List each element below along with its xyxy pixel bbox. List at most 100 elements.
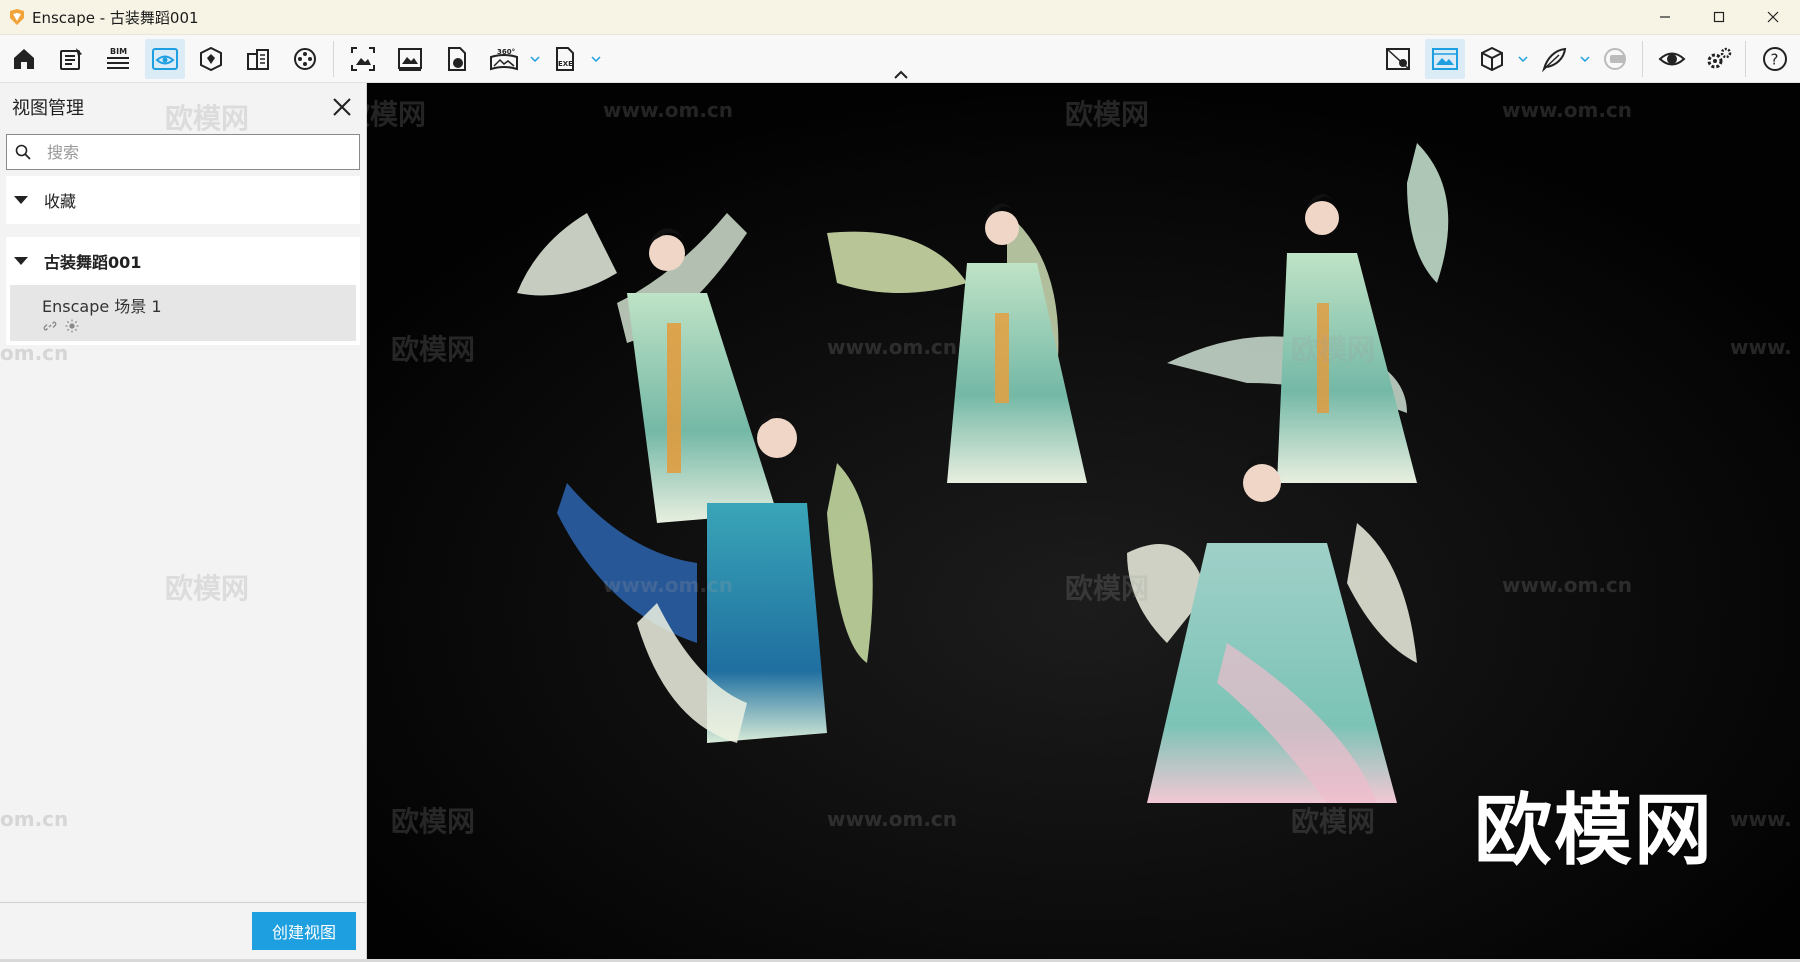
feather-icon xyxy=(1542,47,1567,72)
file-globe-icon xyxy=(448,47,466,71)
close-icon xyxy=(1767,11,1779,23)
view-management-button[interactable] xyxy=(145,39,185,79)
watermark-text: www.om.cn xyxy=(1502,573,1633,597)
building-icon xyxy=(247,49,269,70)
project-section: 古装舞蹈001 Enscape 场景 1 xyxy=(6,237,360,345)
toolbar-separator xyxy=(1642,41,1643,77)
sun-icon[interactable] xyxy=(65,319,79,333)
cube-icon xyxy=(1481,46,1503,72)
view-button[interactable] xyxy=(1652,39,1692,79)
box-button[interactable] xyxy=(1472,39,1512,79)
watermark-text: 欧模网 xyxy=(1065,98,1150,131)
feather-button[interactable] xyxy=(1534,39,1574,79)
box-dropdown-caret[interactable] xyxy=(1516,49,1530,69)
view-item-icons xyxy=(43,319,79,333)
feather-dropdown-caret[interactable] xyxy=(1578,49,1592,69)
watermark-text: om.cn xyxy=(0,807,69,831)
search-field[interactable] xyxy=(6,134,360,170)
chevron-down-icon xyxy=(1580,56,1590,62)
vr-headset-button[interactable] xyxy=(1595,39,1635,79)
collapse-triangle-icon xyxy=(14,196,28,204)
watermark-text: www.om.cn xyxy=(603,98,734,122)
create-view-button[interactable]: 创建视图 xyxy=(252,912,356,950)
chevron-up-icon xyxy=(894,70,908,79)
settings-button[interactable] xyxy=(1699,39,1739,79)
screenshot-icon xyxy=(351,47,375,71)
maximize-button[interactable] xyxy=(1692,0,1746,34)
vr-headset-icon xyxy=(1604,48,1626,70)
watermark-text: 欧模网 xyxy=(367,98,427,131)
watermark-text: 欧模网 xyxy=(165,572,250,605)
eye-frame-icon xyxy=(152,48,178,70)
window-controls xyxy=(1638,0,1800,34)
gears-icon xyxy=(1707,47,1732,69)
image-icon xyxy=(398,48,422,71)
asset-library-icon xyxy=(200,46,222,72)
film-reel-icon xyxy=(294,48,316,70)
visual-settings-button[interactable] xyxy=(1425,39,1465,79)
bim-button[interactable]: BIM xyxy=(98,39,138,79)
exe-file-icon: EXE xyxy=(556,47,574,71)
enscape-window: Enscape - 古装舞蹈001 BIM 360° EXE ? 视图管理 搜索… xyxy=(0,0,1800,962)
search-icon xyxy=(15,144,31,160)
project-header[interactable]: 古装舞蹈001 xyxy=(6,237,360,285)
batch-render-button[interactable] xyxy=(390,39,430,79)
eye-icon xyxy=(1658,52,1686,66)
chevron-down-icon xyxy=(530,56,540,62)
help-button[interactable]: ? xyxy=(1755,39,1795,79)
watermark-text: www.om.cn xyxy=(827,335,958,359)
landscape-icon xyxy=(1432,48,1458,70)
view-item[interactable]: Enscape 场景 1 xyxy=(10,285,356,341)
watermark-text: 欧模网 xyxy=(1065,572,1150,605)
panorama-icon: 360° xyxy=(490,48,518,71)
map-icon xyxy=(1386,48,1410,70)
close-panel-button[interactable] xyxy=(330,95,354,119)
watermark-text: 欧模网 xyxy=(391,805,476,838)
home-button[interactable] xyxy=(4,39,44,79)
watermark-text: 欧模网 xyxy=(1291,805,1376,838)
close-window-button[interactable] xyxy=(1746,0,1800,34)
chevron-down-icon xyxy=(591,56,601,62)
chevron-down-icon xyxy=(1518,56,1528,62)
video-editor-button[interactable] xyxy=(285,39,325,79)
notes-button[interactable] xyxy=(51,39,91,79)
watermark-logo-text: 欧模网 xyxy=(1474,786,1715,876)
panorama-dropdown-caret[interactable] xyxy=(528,49,542,69)
collapse-toolbar-button[interactable] xyxy=(893,66,909,79)
svg-text:BIM: BIM xyxy=(110,47,127,56)
close-icon xyxy=(333,98,351,116)
link-icon[interactable] xyxy=(43,319,57,333)
notes-icon xyxy=(60,48,82,70)
search-input[interactable] xyxy=(45,141,349,163)
home-icon xyxy=(14,49,34,69)
watermark-text: www. xyxy=(1730,807,1792,831)
panorama-button[interactable]: 360° xyxy=(484,39,524,79)
minimize-icon xyxy=(1660,16,1670,18)
export-dropdown-caret[interactable] xyxy=(589,49,603,69)
watermark-text: www.om.cn xyxy=(827,807,958,831)
screenshot-button[interactable] xyxy=(343,39,383,79)
view-management-panel: 视图管理 收藏 古装舞蹈001 Enscape 场景 1 xyxy=(0,83,367,959)
web-standalone-button[interactable] xyxy=(437,39,477,79)
svg-text:EXE: EXE xyxy=(558,60,573,68)
render-viewport[interactable]: 欧模网 欧模网 www.om.cn www.om.cn 欧模网 欧模网 www.… xyxy=(367,83,1800,959)
asset-library-button[interactable] xyxy=(191,39,231,79)
watermark-text: www.om.cn xyxy=(603,573,734,597)
bim-icon: BIM xyxy=(107,47,129,69)
favorites-section: 收藏 xyxy=(6,176,360,224)
title-bar: Enscape - 古装舞蹈001 xyxy=(0,0,1800,35)
watermark-text: 欧模网 xyxy=(391,333,476,366)
maximize-icon xyxy=(1713,11,1725,23)
panel-footer: 创建视图 xyxy=(0,902,366,959)
watermark-text: www.om.cn xyxy=(1502,98,1633,122)
toolbar-separator xyxy=(1745,41,1746,77)
minimize-button[interactable] xyxy=(1638,0,1692,34)
building-button[interactable] xyxy=(238,39,278,79)
map-button[interactable] xyxy=(1378,39,1418,79)
favorites-header[interactable]: 收藏 xyxy=(6,176,360,224)
watermark-text: www. xyxy=(1730,335,1792,359)
export-exe-button[interactable]: EXE xyxy=(545,39,585,79)
panel-title: 视图管理 xyxy=(12,98,84,119)
project-label: 古装舞蹈001 xyxy=(44,253,142,272)
watermark-text: 欧模网 xyxy=(165,102,250,135)
